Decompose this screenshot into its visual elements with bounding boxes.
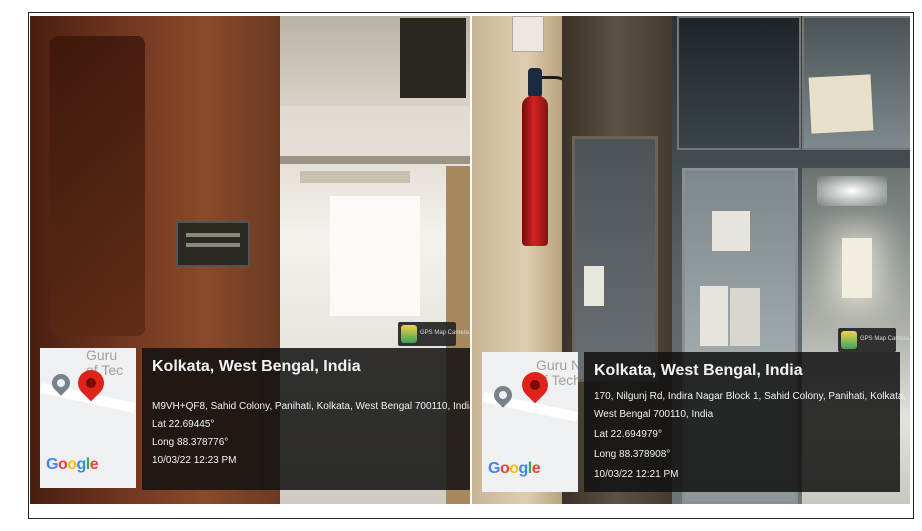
- name-plaque: [176, 221, 250, 267]
- badge-text: GPS Map Camera: [420, 330, 470, 336]
- wall-box: [512, 16, 544, 52]
- extinguisher-valve: [528, 68, 542, 98]
- map-thumbnail: Guru N of Tech Google: [482, 352, 578, 492]
- photo-left: Guru of Tec Google Kolkata, West Bengal,…: [30, 16, 470, 504]
- gps-map-camera-icon: [401, 325, 417, 343]
- longitude: Long 88.378776°: [152, 437, 229, 448]
- google-logo: Google: [46, 456, 99, 473]
- longitude: Long 88.378908°: [594, 449, 671, 460]
- location-info-panel: Kolkata, West Bengal, India 170, Nilgunj…: [584, 352, 906, 492]
- bright-window: [330, 196, 420, 316]
- gps-map-camera-badge: GPS Map Camera: [838, 328, 909, 352]
- city-title: Kolkata, West Bengal, India: [594, 362, 803, 379]
- upper-window: [677, 16, 801, 150]
- google-logo: Google: [488, 460, 541, 477]
- timestamp: 10/03/22 12:23 PM: [152, 455, 237, 466]
- location-info-panel: Kolkata, West Bengal, India M9VH+QF8, Sa…: [142, 348, 470, 490]
- ceiling-light: [817, 176, 887, 206]
- timestamp: 10/03/22 12:21 PM: [594, 469, 679, 480]
- hallway-end-light: [842, 238, 872, 298]
- posted-paper: [584, 266, 604, 306]
- all-the-best-poster: [808, 74, 874, 134]
- posted-paper: [700, 286, 728, 346]
- map-thumbnail: Guru of Tec Google: [40, 348, 136, 488]
- city-title: Kolkata, West Bengal, India: [152, 358, 361, 375]
- address-line: West Bengal 700110, India: [594, 409, 714, 420]
- address-line: 170, Nilgunj Rd, Indira Nagar Block 1, S…: [594, 391, 907, 402]
- badge-text: GPS Map Camera: [860, 336, 910, 342]
- photo-right: Guru N of Tech Google Kolkata, West Beng…: [472, 16, 910, 504]
- hanging-sign: [400, 18, 466, 98]
- address-line: M9VH+QF8, Sahid Colony, Panihati, Kolkat…: [152, 401, 470, 412]
- fire-extinguisher: [522, 96, 548, 246]
- door-notice: [712, 211, 750, 251]
- wooden-door: [50, 36, 145, 336]
- side-door: [572, 136, 658, 382]
- latitude: Lat 22.694979°: [594, 429, 662, 440]
- latitude: Lat 22.69445°: [152, 419, 215, 430]
- gps-map-camera-badge: GPS Map Camera: [398, 322, 469, 346]
- posted-paper: [730, 288, 760, 346]
- tube-light: [300, 171, 410, 183]
- ceiling-beam: [280, 156, 470, 164]
- gps-map-camera-icon: [841, 331, 857, 349]
